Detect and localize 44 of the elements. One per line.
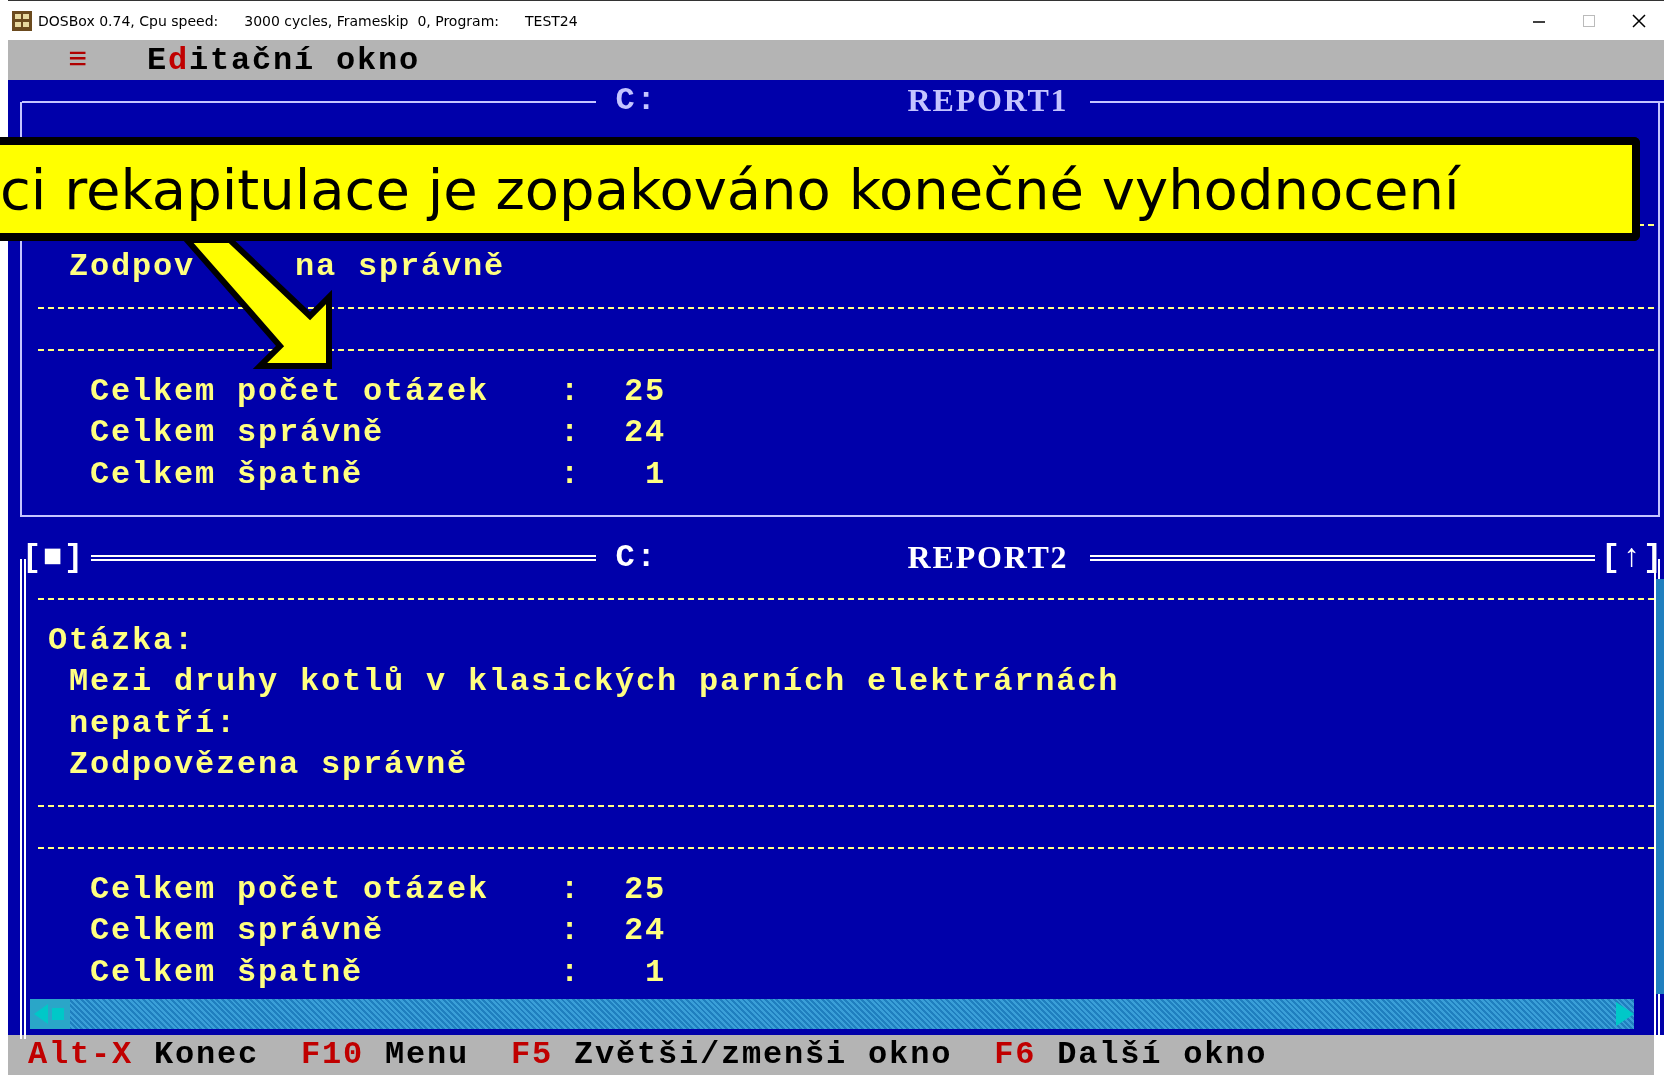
close-icon[interactable] xyxy=(1632,13,1646,28)
summary-value: 25 xyxy=(623,372,666,410)
window-title: REPORT2 xyxy=(907,538,1069,576)
summary-value: 24 xyxy=(623,414,666,452)
report-text: Mezi druhy kotlů v klasických parních elektrárnách xyxy=(69,663,1120,701)
close-window-button[interactable]: [■] xyxy=(22,538,85,576)
menu-button[interactable]: ≡ xyxy=(68,41,89,79)
window-title: REPORT1 xyxy=(907,82,1069,120)
status-shortcut[interactable]: Alt-X Konec xyxy=(28,1036,260,1073)
summary-value: 25 xyxy=(623,870,666,908)
status-shortcut[interactable]: F10 Menu xyxy=(301,1036,470,1073)
summary-label: Celkem špatně xyxy=(90,953,365,991)
window-drive: C: xyxy=(615,538,658,576)
status-shortcut[interactable]: F6 Další okno xyxy=(994,1036,1268,1073)
summary-label: Celkem počet otázek xyxy=(90,372,491,410)
window-title: 3000 cycles, Frameskip 0, Program: xyxy=(244,12,499,29)
report-text: Zodpovězena správně xyxy=(69,746,469,784)
summary-label: Celkem počet otázek xyxy=(90,870,491,908)
report-text: nepatří: xyxy=(69,704,238,742)
summary-value: 24 xyxy=(623,912,666,950)
menu-title[interactable]: Editační okno xyxy=(147,41,421,79)
summary-separator: : xyxy=(560,372,581,410)
report-text: na správně xyxy=(295,248,506,286)
status-shortcut[interactable]: F5 Zvětši/zmenši okno xyxy=(511,1036,953,1073)
app-icon xyxy=(12,10,32,31)
window-title: DOSBox 0.74, Cpu speed: xyxy=(38,12,219,29)
summary-separator: : xyxy=(560,455,581,493)
summary-value: 1 xyxy=(644,953,666,991)
summary-label: Celkem špatně xyxy=(90,455,365,493)
summary-separator: : xyxy=(560,912,581,950)
summary-label: Celkem správně xyxy=(90,912,386,950)
window-drive: C: xyxy=(615,82,658,120)
summary-value: 1 xyxy=(644,455,666,493)
scroll-left-icon[interactable] xyxy=(30,998,70,1029)
summary-separator: : xyxy=(560,414,581,452)
summary-separator: : xyxy=(560,953,581,991)
question-heading: Otázka: xyxy=(48,621,196,659)
horizontal-scrollbar[interactable] xyxy=(30,998,1634,1029)
vertical-scrollbar[interactable] xyxy=(1656,578,1664,994)
callout-banner: ci rekapitulace je zopakováno konečné vyhodnocení xyxy=(0,137,1640,241)
report-text: Zodpov xyxy=(69,248,196,286)
summary-separator: : xyxy=(560,870,581,908)
window-title: TEST24 xyxy=(525,12,578,29)
summary-label: Celkem správně xyxy=(90,414,386,452)
